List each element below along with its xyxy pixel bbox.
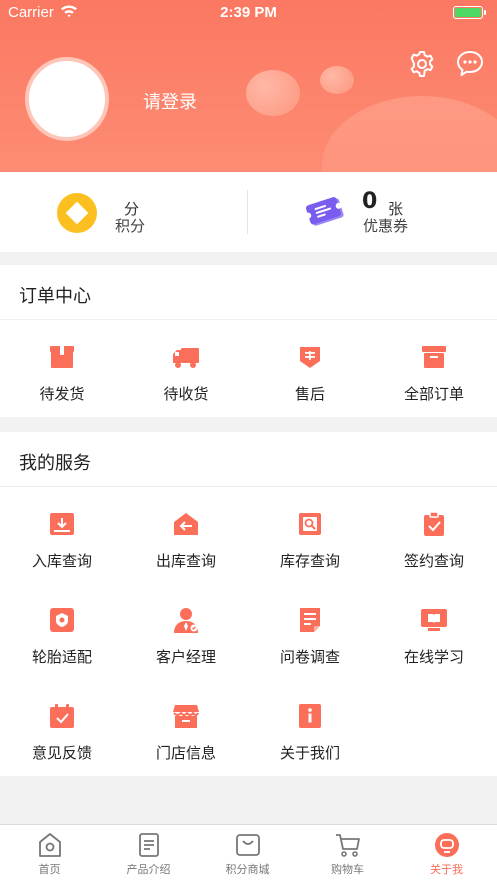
clock: 2:39 PM [220,4,277,21]
order-all[interactable]: 全部订单 [372,343,496,404]
status-bar: Carrier 2:39 PM [0,0,497,26]
shopping-bag-icon [235,834,260,856]
decorative-bubble [246,70,300,116]
tire-icon [50,608,74,632]
service-label: 在线学习 [403,648,464,666]
service-inventory-query[interactable]: 库存查询 [248,510,372,571]
service-outbound-query[interactable]: 出库查询 [124,510,248,571]
service-label: 关于我们 [279,744,340,762]
service-account-manager[interactable]: 客户经理 [124,606,248,667]
service-about-us[interactable]: 关于我们 [248,702,372,763]
tab-cart[interactable]: 购物车 [298,831,397,877]
points-label[interactable]: 积分 [115,215,145,236]
home-icon [38,833,61,857]
profile-icon [434,833,459,857]
order-after-sales[interactable]: 售后 [248,343,372,404]
service-label: 库存查询 [279,552,340,570]
coupon-label[interactable]: 优惠券 [363,215,408,236]
coupon-count: 0 [362,189,378,214]
battery-level [455,8,481,17]
product-icon [138,833,159,857]
profile-header: Carrier 2:39 PM 请登录 [0,0,497,172]
service-label: 出库查询 [155,552,216,570]
section-divider [0,319,497,320]
after-sales-icon [300,347,320,368]
order-pending-shipment[interactable]: 待发货 [0,343,124,404]
service-tire-fitment[interactable]: 轮胎适配 [0,606,124,667]
stats-divider [247,190,248,234]
tab-home[interactable]: 首页 [0,831,99,877]
service-inbound-query[interactable]: 入库查询 [0,510,124,571]
cart-icon [335,834,360,857]
service-contract-query[interactable]: 签约查询 [372,510,496,571]
tab-label: 产品介绍 [126,863,171,876]
service-store-info[interactable]: 门店信息 [124,702,248,763]
message-icon[interactable] [455,49,485,79]
points-coin-icon[interactable] [57,193,97,233]
outbound-icon [174,513,198,535]
order-label: 待收货 [163,385,209,403]
tab-points-mall[interactable]: 积分商城 [198,831,297,877]
truck-icon [173,348,199,368]
contract-check-icon [424,511,444,536]
order-label: 全部订单 [403,385,464,403]
about-icon [299,704,321,728]
service-label: 客户经理 [155,648,216,666]
order-label: 待发货 [39,385,85,403]
service-survey[interactable]: 问卷调查 [248,606,372,667]
online-learning-icon [421,609,447,631]
tab-label: 关于我 [430,863,463,876]
service-label: 入库查询 [31,552,92,570]
service-label: 轮胎适配 [31,648,92,666]
service-online-learning[interactable]: 在线学习 [372,606,496,667]
avatar[interactable] [25,57,109,141]
manager-icon [174,608,198,633]
service-label: 问卷调查 [279,648,340,666]
tab-label: 首页 [38,863,61,876]
archive-box-icon [422,346,446,368]
services-title: 我的服务 [19,453,91,474]
section-divider [0,486,497,487]
order-center-title: 订单中心 [19,286,91,307]
order-label: 售后 [294,385,325,403]
decorative-hill [322,96,497,172]
battery-icon [453,6,486,19]
inbound-icon [50,513,74,535]
gear-icon[interactable] [407,49,437,79]
tab-bar: 首页 产品介绍 积分商城 购物车 关于我 [0,824,497,883]
survey-icon [300,608,320,632]
service-feedback[interactable]: 意见反馈 [0,702,124,763]
services-section: 我的服务 入库查询 出库查询 库存查询 签约查询 轮胎适配 客户经理 问卷调查 … [0,432,497,776]
coupon-icon[interactable] [304,193,348,231]
tab-label: 购物车 [331,863,364,876]
service-label: 门店信息 [155,744,216,762]
service-label: 意见反馈 [31,744,92,762]
inventory-search-icon [299,513,321,535]
tab-label: 积分商城 [225,863,270,876]
service-label: 签约查询 [403,552,464,570]
package-icon [50,346,74,368]
order-pending-receipt[interactable]: 待收货 [124,343,248,404]
login-link[interactable]: 请登录 [143,88,197,114]
feedback-icon [50,704,74,728]
decorative-bubble [320,66,354,94]
order-center-section: 订单中心 待发货 待收货 售后 全部订单 [0,265,497,417]
store-icon [173,705,199,728]
tab-about-me[interactable]: 关于我 [397,831,496,877]
tab-products[interactable]: 产品介绍 [99,831,198,877]
